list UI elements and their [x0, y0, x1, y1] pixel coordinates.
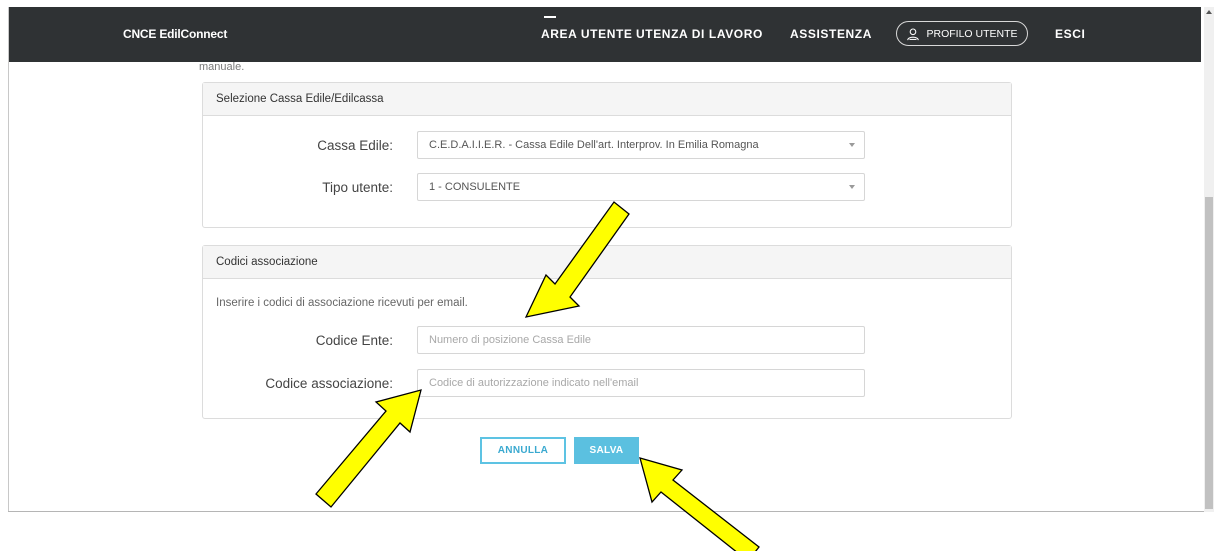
- codice-ente-input[interactable]: [417, 326, 865, 354]
- tipo-utente-selected-value: 1 - CONSULENTE: [429, 181, 521, 193]
- scrollbar-thumb[interactable]: [1205, 197, 1213, 509]
- codice-associazione-input[interactable]: [417, 369, 865, 397]
- cassa-edile-panel: Selezione Cassa Edile/Edilcassa Cassa Ed…: [202, 82, 1012, 228]
- browser-viewport: CNCE EdilConnect AREA UTENTE UTENZA DI L…: [8, 7, 1201, 512]
- chevron-down-icon: [849, 185, 855, 189]
- panel-heading: Selezione Cassa Edile/Edilcassa: [203, 83, 1011, 116]
- profilo-utente-label: PROFILO UTENTE: [926, 27, 1018, 40]
- viewport-bottom-border: [8, 511, 1204, 512]
- clipped-intro-text: manuale.: [199, 61, 245, 73]
- panel-heading: Codici associazione: [203, 246, 1011, 279]
- chevron-down-icon: [849, 143, 855, 147]
- brand-logo-text[interactable]: CNCE EdilConnect: [123, 27, 227, 41]
- cassa-edile-label: Cassa Edile:: [317, 138, 393, 153]
- codici-associazione-panel: Codici associazione Inserire i codici di…: [202, 245, 1012, 419]
- codice-associazione-label: Codice associazione:: [265, 376, 393, 391]
- tipo-utente-select[interactable]: 1 - CONSULENTE: [417, 173, 865, 201]
- nav-area-utente[interactable]: AREA UTENTE: [541, 27, 633, 41]
- active-nav-indicator: [544, 16, 556, 18]
- tipo-utente-label: Tipo utente:: [322, 180, 393, 195]
- top-navbar: CNCE EdilConnect AREA UTENTE UTENZA DI L…: [9, 7, 1201, 62]
- cassa-edile-select[interactable]: C.E.D.A.I.I.E.R. - Cassa Edile Dell'art.…: [417, 131, 865, 159]
- annulla-button[interactable]: ANNULLA: [480, 437, 566, 464]
- nav-esci[interactable]: ESCI: [1055, 27, 1085, 41]
- user-icon: [907, 27, 920, 40]
- nav-assistenza[interactable]: ASSISTENZA: [790, 27, 872, 41]
- cassa-edile-selected-value: C.E.D.A.I.I.E.R. - Cassa Edile Dell'art.…: [429, 139, 759, 151]
- instruction-text: Inserire i codici di associazione ricevu…: [216, 297, 468, 309]
- nav-utenza-di-lavoro[interactable]: UTENZA DI LAVORO: [636, 27, 763, 41]
- screenshot: { "navbar": { "brand": "CNCE EdilConnect…: [0, 0, 1214, 551]
- vertical-scrollbar[interactable]: [1204, 7, 1214, 512]
- profilo-utente-button[interactable]: PROFILO UTENTE: [896, 21, 1028, 46]
- salva-button[interactable]: SALVA: [574, 437, 639, 464]
- codice-ente-label: Codice Ente:: [315, 333, 393, 348]
- scroll-up-arrow-icon[interactable]: [1205, 8, 1213, 18]
